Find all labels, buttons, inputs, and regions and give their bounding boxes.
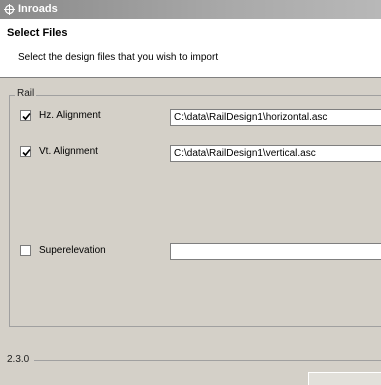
window-title: Inroads: [18, 3, 58, 15]
check-icon: [22, 112, 31, 121]
hz-alignment-label: Hz. Alignment: [39, 110, 101, 121]
app-icon: [4, 4, 15, 15]
version-label: 2.3.0: [7, 354, 30, 365]
superelevation-path-field[interactable]: [170, 243, 381, 260]
rail-group-box: [9, 95, 381, 327]
page-subtitle: Select the design files that you wish to…: [18, 52, 219, 63]
footer-divider: [34, 360, 381, 361]
title-bar: Inroads: [0, 0, 381, 19]
rail-group-label: Rail: [15, 88, 37, 99]
vt-alignment-path-field[interactable]: C:\data\RailDesign1\vertical.asc: [170, 145, 381, 162]
page-header: Select Files Select the design files tha…: [0, 19, 381, 78]
superelevation-label: Superelevation: [39, 245, 106, 256]
check-icon: [22, 148, 31, 157]
vt-alignment-label: Vt. Alignment: [39, 146, 98, 157]
vt-alignment-checkbox[interactable]: [20, 146, 31, 157]
hz-alignment-path-field[interactable]: C:\data\RailDesign1\horizontal.asc: [170, 109, 381, 126]
page-title: Select Files: [7, 27, 68, 39]
hz-alignment-checkbox[interactable]: [20, 110, 31, 121]
superelevation-checkbox[interactable]: [20, 245, 31, 256]
